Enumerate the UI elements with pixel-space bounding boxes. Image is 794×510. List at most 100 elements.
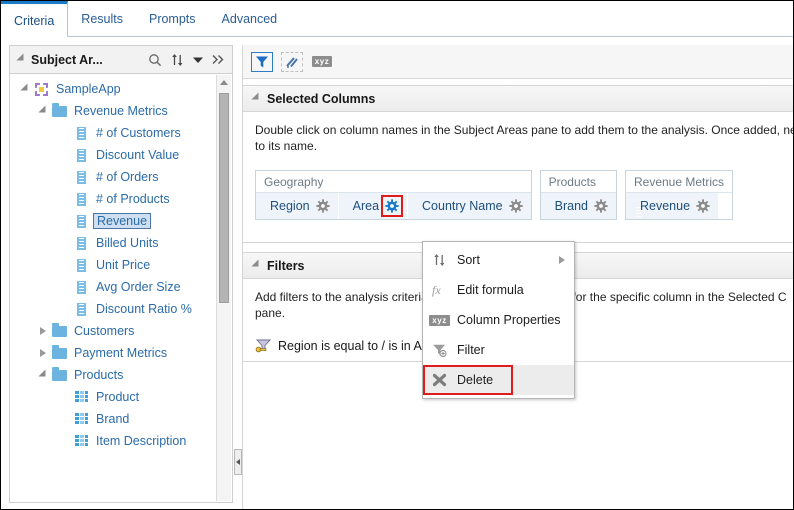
search-icon[interactable] xyxy=(148,53,162,67)
column-group-name: Geography xyxy=(264,174,324,189)
gear-icon[interactable] xyxy=(509,199,523,213)
context-menu-item[interactable]: fx Edit formula xyxy=(423,275,574,305)
tree-item[interactable]: Discount Ratio % xyxy=(10,298,232,320)
tree-item-label: Revenue xyxy=(93,213,152,229)
context-menu-item[interactable]: Sort xyxy=(423,245,574,275)
selected-column-pill[interactable]: Region xyxy=(256,193,339,219)
column-group-body: Revenue xyxy=(625,193,732,219)
selected-column-label: Country Name xyxy=(422,199,503,213)
filter-icon[interactable] xyxy=(251,51,273,72)
collapse-triangle-icon[interactable] xyxy=(40,349,46,357)
column-group-body: Region Area Country Name xyxy=(256,193,531,219)
tree-twisty[interactable] xyxy=(18,82,32,94)
gear-icon[interactable] xyxy=(696,199,710,213)
analysis-editor-window: Criteria Results Prompts Advanced Subjec… xyxy=(0,0,794,510)
collapse-triangle-icon[interactable] xyxy=(40,327,46,335)
measure-edit-icon[interactable] xyxy=(281,51,303,72)
column-group-header: Revenue Metrics xyxy=(625,171,733,193)
tree-item[interactable]: Discount Value xyxy=(10,144,232,166)
tree-item-label: # of Orders xyxy=(96,170,159,184)
selected-column-pill[interactable]: Revenue xyxy=(625,193,719,219)
tree-twisty[interactable] xyxy=(36,327,50,335)
filter-key-icon xyxy=(255,339,272,353)
collapse-triangle-icon[interactable] xyxy=(251,92,263,104)
criteria-toolbar: xyz xyxy=(243,45,793,79)
folder-icon xyxy=(50,344,68,359)
column-context-menu[interactable]: Sort fx Edit formula xyz Column Properties … xyxy=(422,241,575,399)
splitter-collapse-handle[interactable] xyxy=(234,449,242,475)
context-menu-item[interactable]: Filter xyxy=(423,335,574,365)
context-menu-item[interactable]: Delete xyxy=(423,365,574,395)
gear-icon[interactable] xyxy=(316,199,330,213)
column-group: Geography Region Area Country Name xyxy=(255,170,532,220)
tree-item-label: Products xyxy=(74,368,124,382)
folder-icon xyxy=(50,366,68,381)
tree-item-label: Revenue Metrics xyxy=(74,104,168,118)
tree-item[interactable]: Avg Order Size xyxy=(10,276,232,298)
tree-item-label: SampleApp xyxy=(56,82,121,96)
selected-columns-header[interactable]: Selected Columns xyxy=(243,86,793,112)
tab-criteria[interactable]: Criteria xyxy=(1,1,69,38)
tree-item[interactable]: Revenue xyxy=(10,210,232,232)
context-menu-item[interactable]: xyz Column Properties xyxy=(423,305,574,335)
selected-column-pill[interactable]: Area xyxy=(338,193,409,219)
selected-columns-list: Geography Region Area Country Name Produc… xyxy=(255,170,781,220)
filter-add-icon xyxy=(431,343,448,357)
collapse-triangle-icon[interactable] xyxy=(251,259,263,271)
context-menu-item-label: Column Properties xyxy=(457,313,561,327)
selected-column-pill[interactable]: Brand xyxy=(540,193,616,219)
subject-areas-pane: Subject Ar... SampleApp Revenue Metrics … xyxy=(9,45,233,503)
measure-icon xyxy=(72,148,90,162)
scrollbar-thumb[interactable] xyxy=(219,93,229,303)
tree-item[interactable]: Brand xyxy=(10,408,232,430)
selected-column-label: Revenue xyxy=(639,199,691,213)
selected-column-label: Area xyxy=(352,199,380,213)
tree-twisty[interactable] xyxy=(36,104,50,116)
expand-triangle-icon[interactable] xyxy=(38,368,50,380)
tree-item[interactable]: Payment Metrics xyxy=(10,342,232,364)
column-group: Revenue Metrics Revenue xyxy=(624,170,734,220)
measure-icon xyxy=(72,192,90,206)
tree-item[interactable]: # of Products xyxy=(10,188,232,210)
tree-item[interactable]: Product xyxy=(10,386,232,408)
tree-item[interactable]: Revenue Metrics xyxy=(10,100,232,122)
subject-areas-scrollbar[interactable] xyxy=(216,75,231,501)
svg-text:fx: fx xyxy=(432,283,441,297)
collapse-triangle-icon[interactable] xyxy=(16,53,28,65)
scroll-up-arrow-icon[interactable] xyxy=(217,75,231,90)
tree-item[interactable]: Customers xyxy=(10,320,232,342)
tab-criteria-label: Criteria xyxy=(14,13,55,28)
tab-results-label: Results xyxy=(81,11,123,26)
subject-areas-tools xyxy=(148,53,232,67)
expand-triangle-icon[interactable] xyxy=(38,104,50,116)
tree-item[interactable]: # of Customers xyxy=(10,122,232,144)
column-group-header: Geography xyxy=(256,171,531,193)
selected-column-pill[interactable]: Country Name xyxy=(408,193,531,219)
gear-icon[interactable] xyxy=(594,199,608,213)
selected-columns-hint: Double click on column names in the Subj… xyxy=(255,123,793,153)
gear-icon-highlighted[interactable] xyxy=(381,195,404,217)
tab-advanced[interactable]: Advanced xyxy=(209,1,291,36)
tree-item[interactable]: Products xyxy=(10,364,232,386)
tab-results[interactable]: Results xyxy=(68,1,136,36)
subject-areas-tree[interactable]: SampleApp Revenue Metrics # of Customers Di… xyxy=(10,74,232,502)
tree-item[interactable]: # of Orders xyxy=(10,166,232,188)
expand-right-icon[interactable] xyxy=(212,54,225,65)
chevron-down-icon[interactable] xyxy=(193,56,203,64)
expand-triangle-icon[interactable] xyxy=(20,82,32,94)
selected-column-label: Region xyxy=(270,199,310,213)
sort-icon[interactable] xyxy=(171,53,184,67)
column-properties-xyz-icon[interactable]: xyz xyxy=(311,52,333,72)
measure-icon xyxy=(72,280,90,294)
selected-columns-body: Double click on column names in the Subj… xyxy=(243,112,793,242)
tree-item[interactable]: SampleApp xyxy=(10,78,232,100)
tab-prompts[interactable]: Prompts xyxy=(136,1,209,36)
tree-item[interactable]: Billed Units xyxy=(10,232,232,254)
tree-twisty[interactable] xyxy=(36,368,50,380)
tree-item[interactable]: Item Description xyxy=(10,430,232,452)
column-group: Products Brand xyxy=(539,170,617,220)
pane-splitter[interactable] xyxy=(234,45,242,503)
tree-twisty[interactable] xyxy=(36,349,50,357)
tree-item[interactable]: Unit Price xyxy=(10,254,232,276)
xyz-label: xyz xyxy=(311,56,333,67)
